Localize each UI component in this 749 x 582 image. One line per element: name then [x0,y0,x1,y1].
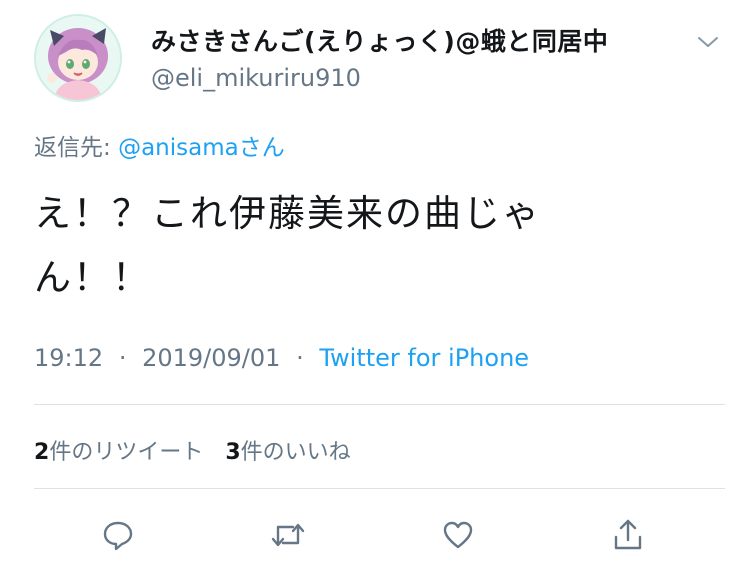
share-icon [614,519,642,550]
chevron-down-icon[interactable] [696,34,720,50]
heart-icon [443,521,473,549]
avatar-illustration [36,16,120,100]
reply-to-prefix: 返信先: [34,135,119,161]
retweet-button[interactable] [268,515,308,555]
retweet-icon [271,523,305,547]
divider [34,404,725,405]
tweet-source[interactable]: Twitter for iPhone [319,344,529,372]
display-name[interactable]: みさきさんご(えりょっく)@蛾と同居中 [151,22,608,58]
reply-icon [103,521,133,551]
like-button[interactable] [438,515,478,555]
avatar[interactable] [34,14,122,102]
reply-to-suffix: さん [238,135,285,161]
reply-to-mention[interactable]: @anisama [118,135,239,161]
like-stat[interactable]: 3件のいいね [225,440,350,465]
reply-button[interactable] [98,515,138,555]
tweet-stats: 2件のリツイート 3件のいいね [34,434,351,466]
meta-separator: · [296,344,304,372]
tweet-time[interactable]: 19:12 [34,344,103,372]
tweet-meta: 19:12 · 2019/09/01 · Twitter for iPhone [34,344,529,372]
retweet-count: 2 [34,440,50,465]
retweet-label: 件のリツイート [49,440,204,465]
like-label: 件のいいね [240,440,351,465]
tweet-date[interactable]: 2019/09/01 [142,344,280,372]
user-handle[interactable]: @eli_mikuriru910 [151,64,361,92]
retweet-stat[interactable]: 2件のリツイート [34,440,203,465]
share-button[interactable] [608,515,648,555]
reply-to-line: 返信先: @anisamaさん [34,128,285,162]
tweet-detail: みさきさんご(えりょっく)@蛾と同居中 @eli_mikuriru910 返信先… [0,0,749,582]
meta-separator: · [118,344,127,372]
divider [34,488,725,489]
tweet-text: え！？これ伊藤美来の曲じゃん！！ [34,192,541,299]
like-count: 3 [225,440,241,465]
